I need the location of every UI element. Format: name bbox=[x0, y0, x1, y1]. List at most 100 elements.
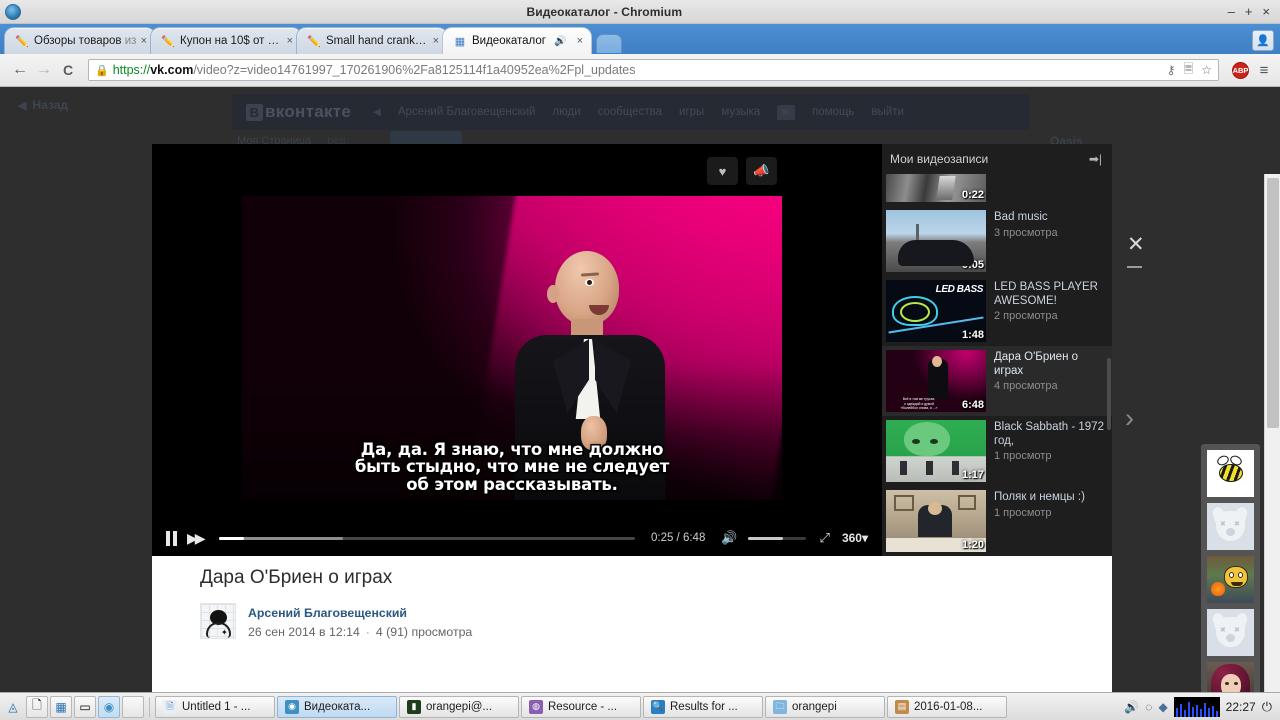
friend-avatar[interactable]: ✖ ✖ bbox=[1207, 503, 1254, 550]
vk-nav-logout[interactable]: выйти bbox=[871, 106, 904, 118]
profile-avatar-button[interactable]: 👤 bbox=[1252, 30, 1274, 51]
address-bar[interactable]: 🔒 https://vk.com/video?z=video14761997_1… bbox=[88, 59, 1219, 81]
cpu-graph[interactable] bbox=[1173, 696, 1220, 717]
forward-button[interactable]: → bbox=[32, 61, 56, 79]
list-item[interactable]: 0:05 Bad music 3 просмотра bbox=[882, 206, 1112, 276]
video-info-card: Дара О'Бриен о играх ✦ Арсений Благовеще… bbox=[152, 556, 1112, 692]
like-heart-button[interactable]: ♥ bbox=[707, 157, 738, 185]
taskbar-task-untitled[interactable]: 🗎 Untitled 1 - ... bbox=[155, 695, 275, 718]
vk-nav-music[interactable]: музыка bbox=[721, 106, 760, 118]
speaker-icon[interactable]: 🔊 bbox=[1124, 700, 1139, 714]
tab-4-close-icon[interactable]: × bbox=[577, 35, 583, 47]
avatar[interactable]: ✦ bbox=[200, 603, 236, 639]
vk-nav-groups[interactable]: сообщества bbox=[598, 106, 662, 118]
next-video-arrow[interactable]: › bbox=[1125, 403, 1134, 434]
seek-bar[interactable] bbox=[218, 536, 635, 540]
list-item-current[interactable]: Всё в том же трусах, с одеждой и думой «Во… bbox=[882, 346, 1112, 416]
chromium-icon[interactable]: ◉ bbox=[98, 695, 120, 718]
video-stage[interactable]: ‹ bbox=[152, 144, 882, 556]
scrollbar-thumb[interactable] bbox=[1267, 178, 1279, 428]
vk-nav-games[interactable]: игры bbox=[679, 106, 704, 118]
tab-2-close-icon[interactable]: × bbox=[287, 35, 293, 47]
blank-icon[interactable] bbox=[122, 695, 144, 718]
taskbar-clock[interactable]: 22:27 bbox=[1226, 700, 1256, 714]
arch-icon[interactable]: ◬ bbox=[2, 696, 24, 718]
pencil-icon: ✏️ bbox=[15, 35, 29, 48]
video-author-link[interactable]: Арсений Благовещенский bbox=[248, 606, 407, 620]
speaker-icon[interactable]: 🔊 bbox=[721, 530, 737, 546]
thumbnail-duration: 0:05 bbox=[961, 259, 984, 271]
collapse-right-icon[interactable]: ➡| bbox=[1089, 152, 1102, 166]
nav-right-arrow-icon[interactable]: ▶ bbox=[777, 104, 796, 120]
new-tab-button[interactable] bbox=[596, 34, 622, 53]
bookmark-star-icon[interactable]: ☆ bbox=[1201, 63, 1212, 77]
list-item[interactable]: 1:17 Black Sabbath - 1972 год, 1 просмот… bbox=[882, 416, 1112, 486]
vk-nav-help[interactable]: помощь bbox=[812, 106, 854, 118]
pause-button[interactable] bbox=[166, 530, 177, 546]
task-label: Resource - ... bbox=[548, 700, 618, 713]
friend-avatar[interactable] bbox=[1207, 450, 1254, 497]
playlist-scrollbar[interactable] bbox=[1107, 358, 1111, 430]
close-button[interactable]: × bbox=[1262, 5, 1270, 18]
list-item[interactable]: 0:22 bbox=[882, 174, 1112, 206]
adblock-icon[interactable]: ABP bbox=[1232, 61, 1249, 79]
taskbar-task-results[interactable]: 🔍 Results for ... bbox=[643, 695, 763, 718]
vk-logo[interactable]: Ввконтакте bbox=[246, 102, 351, 122]
back-button[interactable]: ← bbox=[8, 61, 32, 79]
share-megaphone-button[interactable]: 📣 bbox=[746, 157, 777, 185]
friend-avatar[interactable]: ✖ ✖ bbox=[1207, 609, 1254, 656]
files-icon[interactable]: 🗋 bbox=[26, 695, 48, 718]
list-item[interactable]: LED BASS 1:48 LED BASS PLAYER AWESOME! 2… bbox=[882, 276, 1112, 346]
vk-nav-people[interactable]: люди bbox=[552, 106, 580, 118]
playlist-items[interactable]: 0:22 0:05 Bad music 3 просмотра LED BASS… bbox=[882, 174, 1112, 556]
spinner-icon[interactable]: ◌ bbox=[1145, 700, 1152, 714]
browser-tab-4[interactable]: ▦ Видеокаталог 🔊 × bbox=[442, 27, 592, 54]
playlist-panel: Мои видеозаписи ➡| 0:22 0:05 Bad music 3… bbox=[882, 144, 1112, 556]
translate-icon[interactable]: 🗏 bbox=[1184, 60, 1194, 81]
chrome-menu-icon[interactable]: ≡ bbox=[1256, 62, 1272, 79]
taskbar-task-terminal[interactable]: ▮ orangepi@... bbox=[399, 695, 519, 718]
thumbnail-duration: 6:48 bbox=[961, 399, 984, 411]
browser-tab-3[interactable]: ✏️ Small hand crank Ge × bbox=[296, 27, 448, 54]
image-icon: ▤ bbox=[895, 699, 909, 714]
vk-profile-name[interactable]: Арсений Благовещенский bbox=[398, 106, 536, 118]
window-icon[interactable]: ▭ bbox=[74, 695, 96, 718]
power-icon[interactable]: ⏻ bbox=[1262, 699, 1272, 715]
thumbnail-duration: 1:17 bbox=[961, 469, 984, 481]
overlay-close-icon[interactable]: ✕ bbox=[1127, 234, 1145, 255]
nav-left-arrow-icon[interactable]: ◀ bbox=[373, 107, 381, 118]
tab-audio-icon[interactable]: 🔊 bbox=[554, 36, 566, 47]
tab-1-close-icon[interactable]: × bbox=[141, 35, 147, 47]
reload-button[interactable]: C bbox=[56, 62, 80, 78]
network-icon[interactable]: ▦ bbox=[50, 695, 72, 718]
taskbar-task-videokatalog[interactable]: ◉ Видеоката... bbox=[277, 695, 397, 718]
browser-tab-1[interactable]: ✏️ Обзоры товаров из × bbox=[4, 27, 156, 54]
maximize-button[interactable]: + bbox=[1245, 5, 1253, 18]
subtitle-line-1: Да, да. Я знаю, что мне должно bbox=[360, 439, 664, 459]
friend-avatar[interactable] bbox=[1207, 556, 1254, 603]
quality-selector[interactable]: 360▾ bbox=[842, 531, 868, 545]
playlist-item-title: Black Sabbath - 1972 год, bbox=[994, 421, 1104, 447]
key-icon[interactable]: ⚷ bbox=[1167, 63, 1176, 77]
overlay-minimize-icon[interactable] bbox=[1127, 266, 1142, 268]
browser-tab-2[interactable]: ✏️ Купон на 10$ от 10.0 × bbox=[150, 27, 302, 54]
next-button[interactable]: ▶▶ bbox=[187, 531, 205, 545]
task-label: Видеоката... bbox=[304, 700, 371, 713]
folder-icon: 🗀 bbox=[773, 699, 787, 714]
system-tray: 🔊 ◌ ◆ 22:27 ⏻ bbox=[1124, 696, 1278, 717]
video-subtitles: Да, да. Я знаю, что мне должно быть стыд… bbox=[242, 439, 782, 494]
vk-back-link[interactable]: ◀ Назад bbox=[18, 98, 68, 112]
diamond-icon[interactable]: ◆ bbox=[1158, 700, 1167, 714]
list-item[interactable]: 1:20 Поляк и немцы :) 1 просмотр bbox=[882, 486, 1112, 556]
taskbar-task-image[interactable]: ▤ 2016-01-08... bbox=[887, 695, 1007, 718]
pencil-icon: ✏️ bbox=[307, 35, 321, 48]
fullscreen-icon[interactable]: ⤢ bbox=[820, 530, 830, 546]
taskbar-task-orangepi[interactable]: 🗀 orangepi bbox=[765, 695, 885, 718]
playlist-header: Мои видеозаписи ➡| bbox=[882, 144, 1112, 174]
page-scrollbar[interactable]: ▼ bbox=[1264, 174, 1280, 692]
friend-avatar[interactable] bbox=[1207, 662, 1254, 692]
tab-3-close-icon[interactable]: × bbox=[433, 35, 439, 47]
minimize-button[interactable]: – bbox=[1228, 5, 1235, 18]
taskbar-task-resource[interactable]: ◍ Resource - ... bbox=[521, 695, 641, 718]
volume-slider[interactable] bbox=[747, 536, 806, 540]
